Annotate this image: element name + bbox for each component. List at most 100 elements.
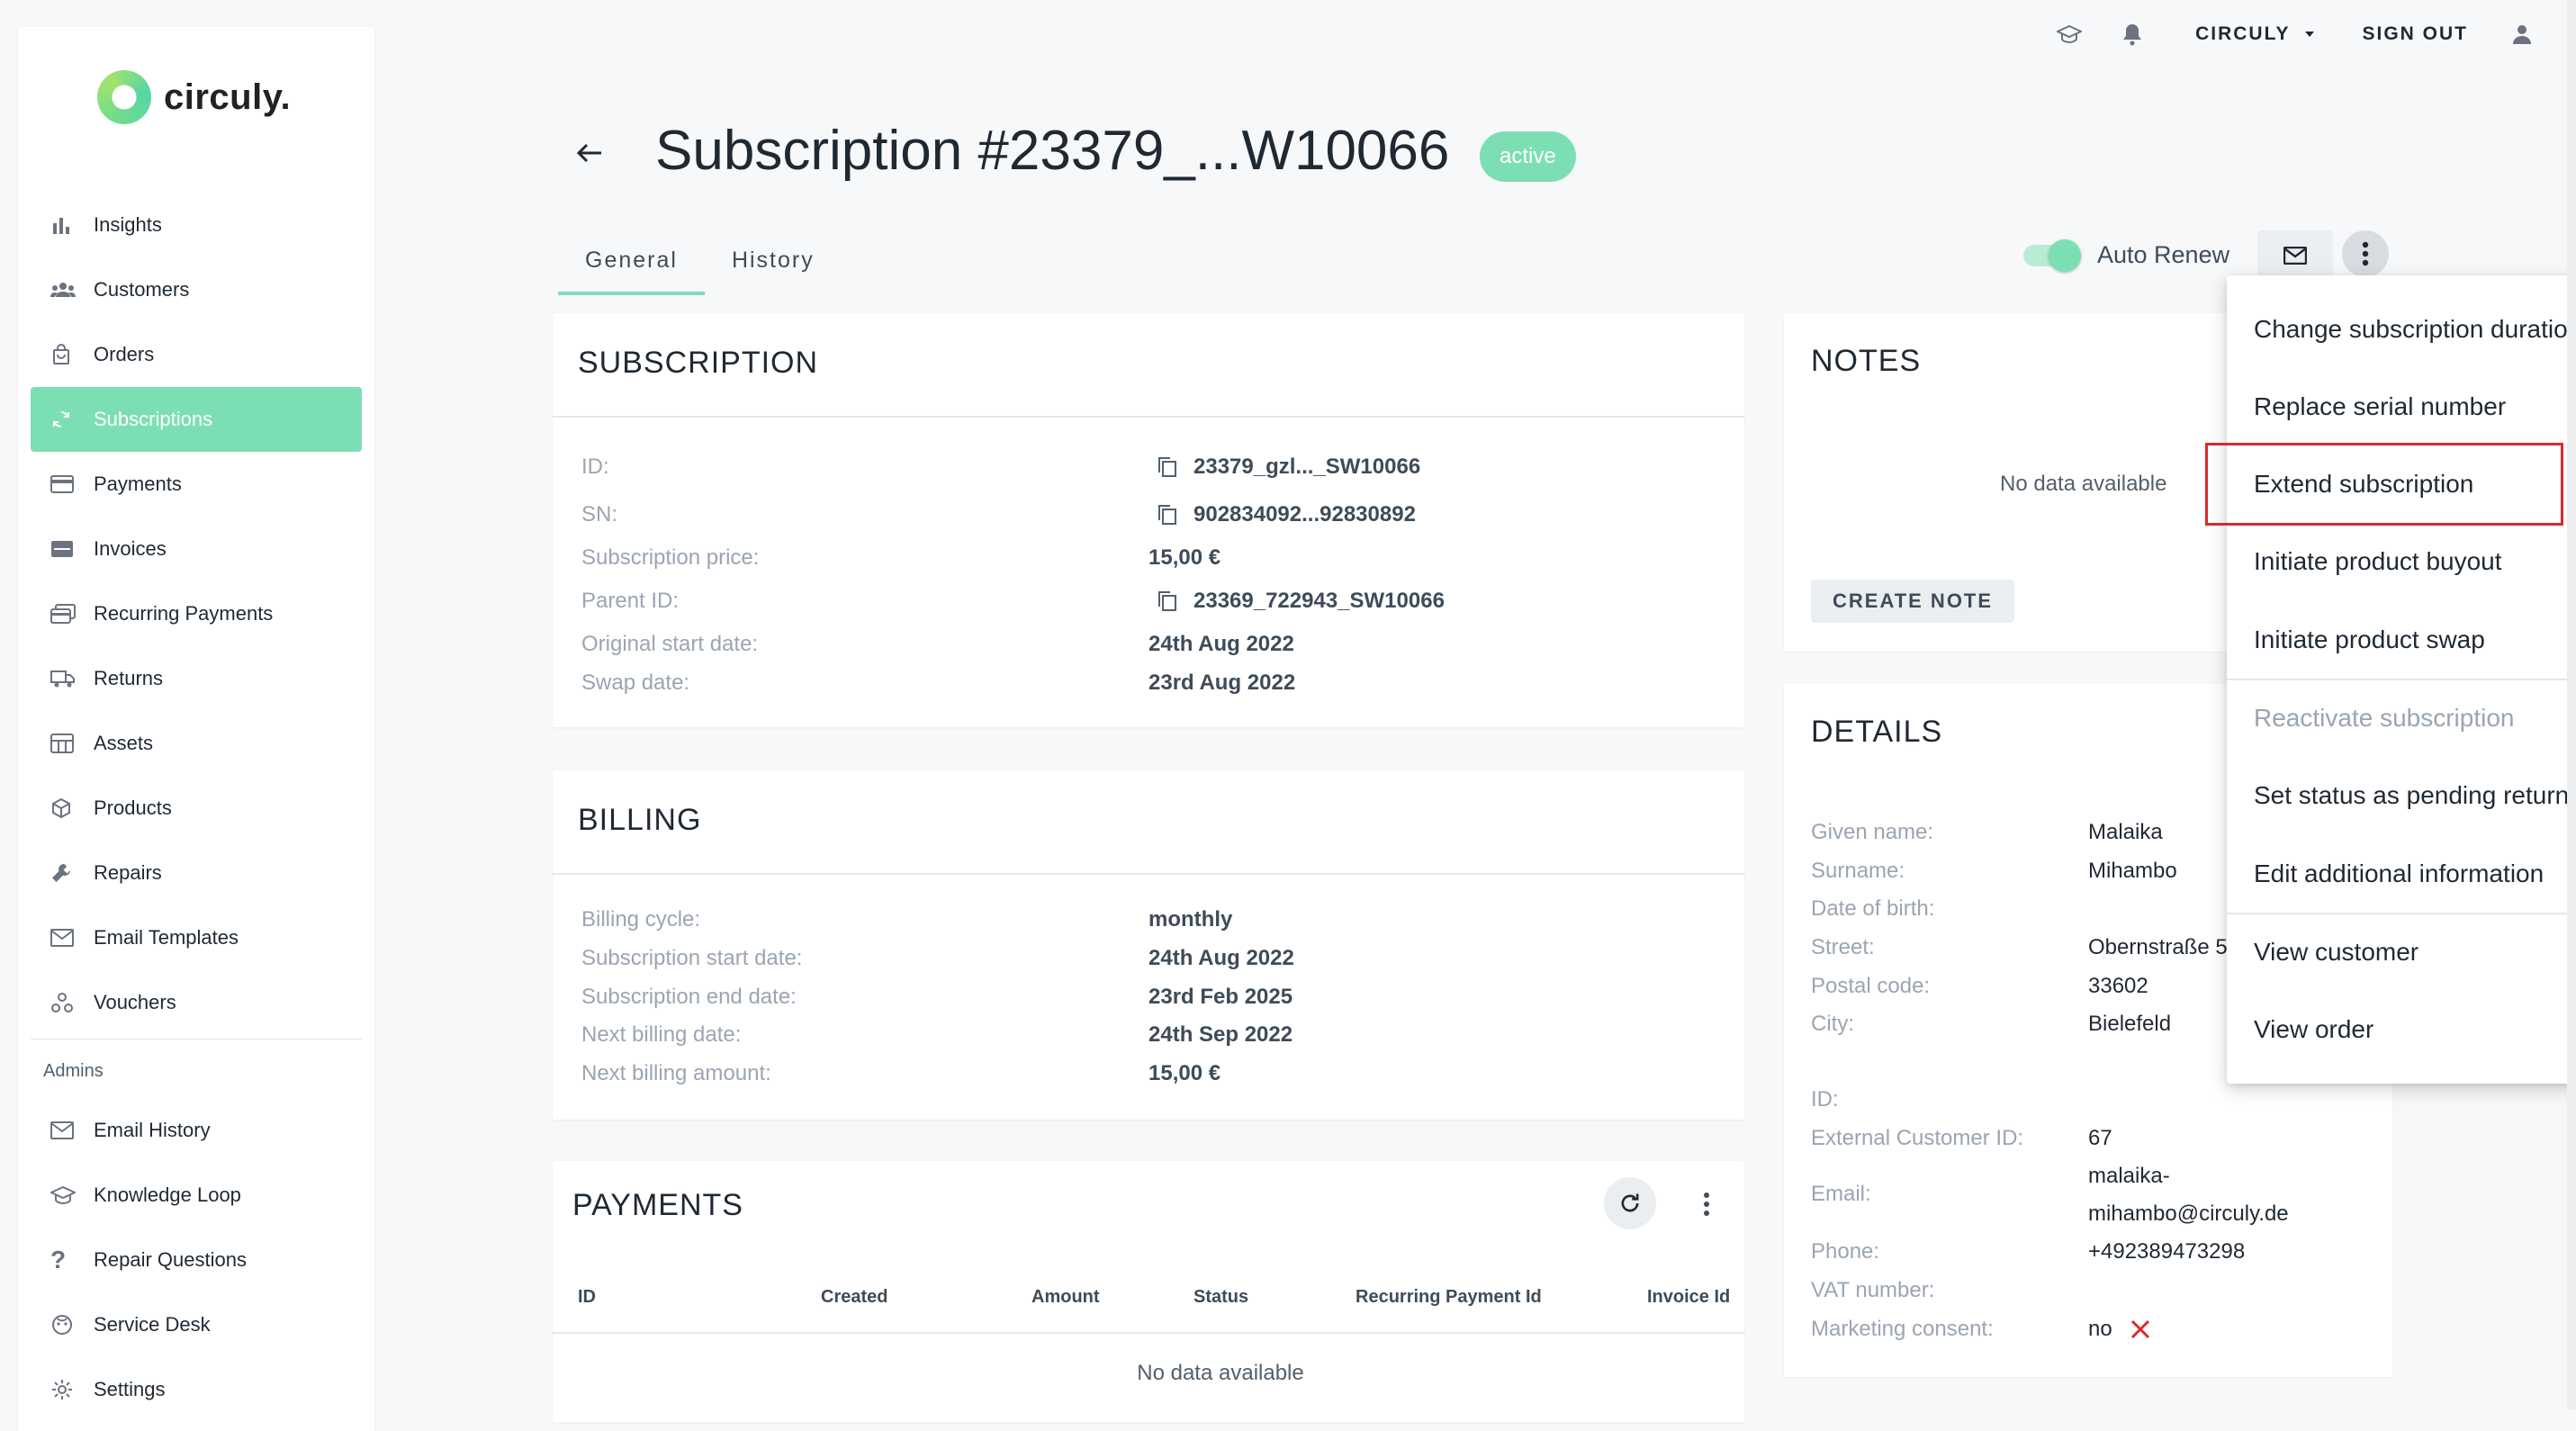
field-value: Obernstraße 5: [2088, 935, 2228, 959]
field-label: Email:: [1811, 1182, 1871, 1206]
sidebar-item-label: Invoices: [94, 537, 167, 560]
sidebar-item-knowledge-loop[interactable]: Knowledge Loop: [31, 1163, 362, 1228]
sidebar-nav: Insights Customers Orders Subscriptions …: [31, 193, 362, 1422]
account-menu-button[interactable]: CIRCULY: [2195, 23, 2317, 45]
field-label: Subscription end date:: [581, 985, 797, 1009]
user-icon[interactable]: [2504, 16, 2540, 52]
page-title: Subscription #23379_...W10066: [655, 120, 1450, 182]
sidebar-item-label: Service Desk: [94, 1313, 211, 1336]
send-email-button[interactable]: [2257, 230, 2333, 281]
chevron-down-icon: [2305, 32, 2315, 37]
sidebar-item-vouchers[interactable]: Vouchers: [31, 970, 362, 1035]
tab-general[interactable]: General: [558, 229, 705, 295]
sidebar-item-email-history[interactable]: Email History: [31, 1098, 362, 1163]
payments-more-button[interactable]: [1689, 1184, 1725, 1224]
menu-item-edit-additional-information[interactable]: Edit additional information: [2254, 860, 2544, 888]
menu-item-reactivate-subscription[interactable]: Reactivate subscription: [2254, 704, 2514, 733]
sidebar-item-repairs[interactable]: Repairs: [31, 841, 362, 905]
sidebar-item-repair-questions[interactable]: ? Repair Questions: [31, 1228, 362, 1292]
menu-item-change-subscription-duration[interactable]: Change subscription duration: [2254, 315, 2576, 344]
tab-history[interactable]: History: [705, 229, 842, 292]
column-header-status[interactable]: Status: [1193, 1287, 1248, 1308]
logo[interactable]: circuly.: [97, 70, 291, 124]
sidebar-item-recurring-payments[interactable]: Recurring Payments: [31, 581, 362, 646]
sidebar-item-label: Subscriptions: [94, 408, 213, 430]
field-label: Marketing consent:: [1811, 1317, 1994, 1341]
notes-heading: NOTES: [1811, 344, 1922, 378]
column-header-invoice-id[interactable]: Invoice Id: [1647, 1287, 1730, 1308]
auto-renew-switch[interactable]: [2023, 238, 2081, 272]
column-header-id[interactable]: ID: [578, 1287, 596, 1308]
sidebar-item-returns[interactable]: Returns: [31, 646, 362, 711]
copy-icon[interactable]: [1157, 590, 1177, 612]
field-value: 23rd Aug 2022: [1148, 670, 1296, 695]
sidebar-item-customers[interactable]: Customers: [31, 257, 362, 322]
create-note-button[interactable]: CREATE NOTE: [1811, 580, 2015, 623]
copy-icon[interactable]: [1157, 456, 1177, 478]
field-value: Mihambo: [2088, 859, 2177, 883]
back-arrow-icon[interactable]: [576, 142, 603, 168]
menu-item-view-customer[interactable]: View customer: [2254, 938, 2418, 967]
menu-item-view-order[interactable]: View order: [2254, 1015, 2373, 1044]
bar-chart-icon: [50, 214, 94, 236]
field-row: ID: 23379_gzl..._SW10066: [581, 449, 1726, 485]
sidebar-item-settings[interactable]: Settings: [31, 1357, 362, 1422]
sidebar-item-payments[interactable]: Payments: [31, 452, 362, 517]
scrollbar[interactable]: [2567, 0, 2576, 1409]
field-row: Billing cycle: monthly: [581, 902, 1726, 938]
sidebar-item-label: Assets: [94, 732, 154, 754]
truck-icon: [50, 669, 94, 688]
gear-icon: [50, 1378, 94, 1401]
email-value[interactable]: malaika- mihambo@circuly.de: [2088, 1157, 2289, 1233]
vouchers-icon: [50, 992, 94, 1013]
field-label: External Customer ID:: [1811, 1126, 2024, 1150]
sidebar-item-insights[interactable]: Insights: [31, 193, 362, 257]
sidebar-item-subscriptions[interactable]: Subscriptions: [31, 387, 362, 452]
field-label: Surname:: [1811, 859, 1905, 883]
field-row: Subscription end date: 23rd Feb 2025: [581, 979, 1726, 1015]
menu-item-initiate-product-buyout[interactable]: Initiate product buyout: [2254, 547, 2502, 576]
graduation-cap-icon[interactable]: [2051, 16, 2087, 52]
sidebar-item-email-templates[interactable]: Email Templates: [31, 905, 362, 970]
divider: [553, 416, 1744, 418]
more-actions-button[interactable]: [2342, 230, 2389, 277]
field-label: Subscription price:: [581, 545, 760, 570]
column-header-recurring-payment-id[interactable]: Recurring Payment Id: [1356, 1287, 1542, 1308]
field-row: SN: 902834092...92830892: [581, 497, 1726, 533]
credit-card-icon: [50, 475, 94, 493]
sidebar-item-label: Customers: [94, 278, 190, 301]
payments-card: PAYMENTS ID Created Amount Status Recurr…: [553, 1161, 1744, 1422]
envelope-icon: [50, 1121, 94, 1139]
field-label: Postal code:: [1811, 974, 1931, 998]
sidebar-item-service-desk[interactable]: Service Desk: [31, 1292, 362, 1357]
sign-out-button[interactable]: SIGN OUT: [2362, 23, 2468, 45]
auto-renew-toggle[interactable]: Auto Renew: [2023, 238, 2229, 272]
field-label: Next billing amount:: [581, 1061, 771, 1085]
sidebar-item-assets[interactable]: Assets: [31, 711, 362, 776]
sidebar-item-label: Settings: [94, 1378, 166, 1400]
field-value: 33602: [2088, 974, 2148, 998]
menu-item-initiate-product-swap[interactable]: Initiate product swap: [2254, 626, 2485, 654]
envelope-icon: [50, 929, 94, 947]
sidebar-item-products[interactable]: Products: [31, 776, 362, 841]
field-label: VAT number:: [1811, 1278, 1935, 1302]
column-header-created[interactable]: Created: [821, 1287, 887, 1308]
details-row: Phone: +492389473298: [1811, 1233, 2374, 1271]
sidebar-item-invoices[interactable]: Invoices: [31, 517, 362, 581]
menu-item-replace-serial-number[interactable]: Replace serial number: [2254, 392, 2506, 421]
field-value: 15,00 €: [1148, 545, 1221, 570]
logo-mark-icon: [97, 70, 151, 124]
menu-item-set-status-pending-return[interactable]: Set status as pending return: [2254, 781, 2569, 810]
menu-divider: [2227, 913, 2576, 914]
subscription-heading: SUBSCRIPTION: [578, 346, 819, 380]
field-label: Parent ID:: [581, 589, 680, 613]
copy-icon[interactable]: [1157, 504, 1177, 526]
sidebar-item-orders[interactable]: Orders: [31, 322, 362, 387]
field-row: Swap date: 23rd Aug 2022: [581, 665, 1726, 701]
field-row: Subscription price: 15,00 €: [581, 540, 1726, 576]
details-row: External Customer ID: 67: [1811, 1120, 2374, 1157]
column-header-amount[interactable]: Amount: [1031, 1287, 1100, 1308]
envelope-icon: [2283, 247, 2307, 265]
refresh-button[interactable]: [1604, 1177, 1656, 1229]
bell-icon[interactable]: [2114, 16, 2150, 52]
